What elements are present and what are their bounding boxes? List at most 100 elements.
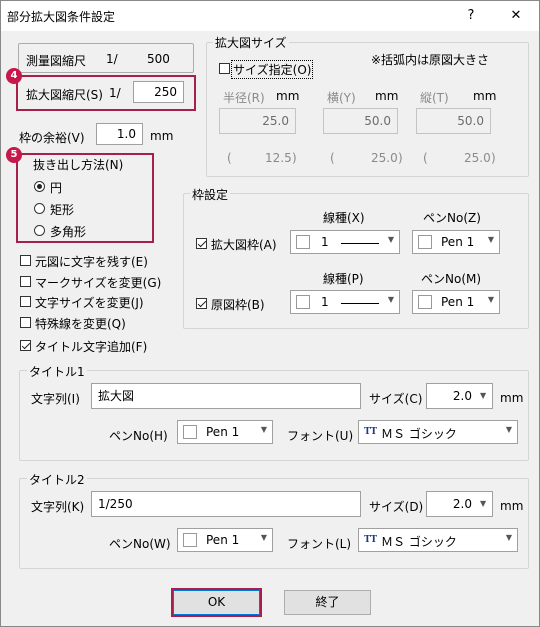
height-input[interactable]: 50.0 [416, 108, 491, 134]
title1-size-label: サイズ(C) [369, 392, 423, 406]
radio-rectangle-label[interactable]: 矩形 [50, 201, 74, 218]
radio-rectangle[interactable] [34, 203, 45, 214]
add-title-text-checkbox[interactable] [20, 340, 31, 351]
title2-pen-select[interactable]: Pen 1 ▼ [177, 528, 273, 552]
pen-color-swatch [183, 425, 197, 439]
enlarged-linetype-select[interactable]: 1 ▼ [290, 230, 400, 254]
survey-scale-label: 測量図縮尺 [26, 54, 87, 68]
title1-font-select[interactable]: TT ＭＳ ゴシック ▼ [358, 420, 518, 444]
title1-size-unit: mm [500, 391, 524, 405]
change-special-line-checkbox[interactable] [20, 317, 31, 328]
change-special-line-label[interactable]: 特殊線を変更(Q) [35, 315, 126, 332]
add-title-text-label[interactable]: タイトル文字追加(F) [35, 338, 147, 355]
dialog-window: 部分拡大図条件設定 ? ✕ 測量図縮尺 1/ 500 拡大図縮尺(S) 1/ 2… [0, 0, 540, 627]
orig-width-close: ) [398, 151, 403, 165]
width-input[interactable]: 50.0 [323, 108, 398, 134]
radius-input[interactable]: 25.0 [219, 108, 296, 134]
original-linetype-select[interactable]: 1 ▼ [290, 290, 400, 314]
enlarged-pen-value: Pen 1 [441, 235, 475, 249]
dropdown-arrow-icon: ▼ [487, 295, 494, 304]
dropdown-arrow-icon: ▼ [487, 235, 494, 244]
title1-pen-value: Pen 1 [206, 425, 240, 439]
radio-circle-label[interactable]: 円 [50, 179, 62, 196]
orig-radius-close: ) [292, 151, 297, 165]
enlarged-linetype-value: 1 [321, 235, 329, 249]
radio-polygon[interactable] [34, 225, 45, 236]
window-title: 部分拡大図条件設定 [7, 10, 116, 24]
truetype-font-icon: TT [364, 535, 378, 545]
color-swatch [296, 235, 310, 249]
survey-scale-value: 500 [147, 52, 170, 66]
title1-font-value: ＭＳ ゴシック [381, 427, 457, 441]
height-label: 縦(T) [420, 91, 449, 105]
exit-button[interactable]: 終了 [284, 590, 371, 615]
original-frame-checkbox[interactable] [196, 298, 207, 309]
pen-color-swatch [183, 533, 197, 547]
step-5-badge: 5 [6, 147, 22, 163]
enlarged-scale-label: 拡大図縮尺(S) [26, 88, 103, 102]
size-specify-checkbox[interactable] [219, 63, 230, 74]
line-sample [341, 243, 379, 244]
original-frame-label[interactable]: 原図枠(B) [211, 296, 265, 313]
step-4-badge: 4 [6, 68, 22, 84]
original-pen-value: Pen 1 [441, 295, 475, 309]
keep-text-checkbox[interactable] [20, 255, 31, 266]
title2-size-label: サイズ(D) [369, 500, 424, 514]
orig-height-close: ) [491, 151, 496, 165]
dropdown-arrow-icon: ▼ [260, 533, 267, 542]
margin-label: 枠の余裕(V) [19, 131, 85, 145]
truetype-font-icon: TT [364, 427, 378, 437]
title1-pen-label: ペンNo(H) [109, 429, 168, 443]
size-group-legend: 拡大図サイズ [213, 34, 289, 51]
radius-unit: mm [276, 89, 300, 103]
dropdown-arrow-icon: ▼ [505, 425, 512, 434]
title1-legend: タイトル1 [27, 363, 87, 380]
radio-circle[interactable] [34, 181, 45, 192]
enlarged-pen-select[interactable]: Pen 1 ▼ [412, 230, 500, 254]
size-note: ※括弧内は原図大きさ [371, 53, 490, 67]
original-linetype-value: 1 [321, 295, 329, 309]
title2-string-label: 文字列(K) [31, 500, 85, 514]
title1-font-label: フォント(U) [287, 429, 354, 443]
dropdown-arrow-icon: ▼ [387, 235, 394, 244]
orig-radius-value: 12.5 [265, 151, 292, 165]
title-bar: 部分拡大図条件設定 ? ✕ [1, 1, 539, 31]
title1-string-input[interactable]: 拡大図 [91, 383, 361, 409]
dropdown-arrow-icon: ▼ [505, 533, 512, 542]
radius-label: 半径(R) [223, 91, 265, 105]
title2-pen-value: Pen 1 [206, 533, 240, 547]
color-swatch [296, 295, 310, 309]
orig-height-open: ( [423, 151, 428, 165]
title2-string-input[interactable]: 1/250 [91, 491, 361, 517]
change-mark-size-checkbox[interactable] [20, 276, 31, 287]
title2-size-unit: mm [500, 499, 524, 513]
linetype-x-label: 線種(X) [323, 211, 365, 225]
radio-polygon-label[interactable]: 多角形 [50, 223, 86, 240]
title2-font-select[interactable]: TT ＭＳ ゴシック ▼ [358, 528, 518, 552]
help-button[interactable]: ? [459, 5, 483, 27]
close-window-button[interactable]: ✕ [504, 5, 528, 27]
extraction-legend: 抜き出し方法(N) [33, 158, 124, 172]
enlarged-scale-input[interactable]: 250 [133, 81, 184, 103]
keep-text-label[interactable]: 元図に文字を残す(E) [35, 253, 148, 270]
orig-height-value: 25.0 [464, 151, 491, 165]
title1-pen-select[interactable]: Pen 1 ▼ [177, 420, 273, 444]
width-label: 横(Y) [327, 91, 356, 105]
margin-input[interactable]: 1.0 [96, 123, 143, 145]
title2-font-value: ＭＳ ゴシック [381, 535, 457, 549]
change-text-size-label[interactable]: 文字サイズを変更(J) [35, 294, 144, 311]
margin-unit: mm [150, 129, 174, 143]
title2-legend: タイトル2 [27, 471, 87, 488]
orig-width-value: 25.0 [371, 151, 398, 165]
size-specify-label[interactable]: サイズ指定(O) [231, 60, 314, 79]
line-sample [341, 303, 379, 304]
ok-button[interactable]: OK [173, 590, 260, 615]
enlarged-frame-checkbox[interactable] [196, 238, 207, 249]
change-text-size-checkbox[interactable] [20, 296, 31, 307]
title2-font-label: フォント(L) [287, 537, 352, 551]
pen-color-swatch [418, 295, 432, 309]
original-pen-select[interactable]: Pen 1 ▼ [412, 290, 500, 314]
enlarged-frame-label[interactable]: 拡大図枠(A) [211, 236, 277, 253]
change-mark-size-label[interactable]: マークサイズを変更(G) [35, 274, 161, 291]
survey-scale-prefix: 1/ [106, 52, 118, 66]
